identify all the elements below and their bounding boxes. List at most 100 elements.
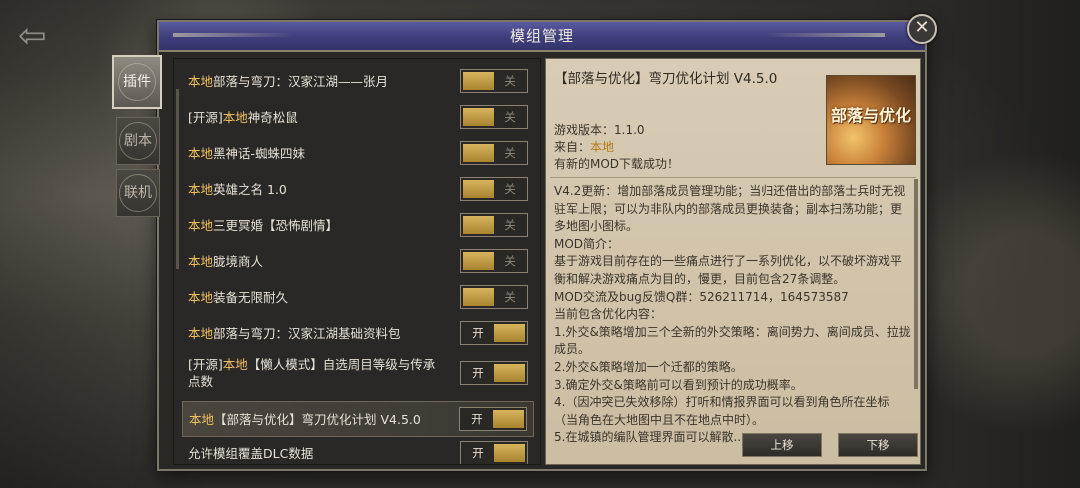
mod-source: 本地	[189, 411, 215, 427]
mod-toggle[interactable]: 关	[460, 177, 528, 201]
mod-label: 本地部落与弯刀：汉家江湖基础资料包	[188, 315, 444, 351]
mod-list-item-selected[interactable]: 本地【部落与优化】弯刀优化计划 V4.5.0 开	[182, 401, 534, 437]
description-line: MOD交流及bug反馈Q群：526211714，164573587	[554, 289, 849, 304]
mod-list-item[interactable]: 本地部落与弯刀：汉家江湖基础资料包 开	[182, 315, 534, 351]
game-version-value: 1.1.0	[614, 123, 645, 137]
mod-label: 本地胧境商人	[188, 243, 444, 279]
back-arrow-icon[interactable]: ⇦	[18, 19, 62, 53]
toggle-knob	[494, 444, 525, 462]
mod-name: 英雄之名 1.0	[213, 181, 287, 197]
toggle-knob	[494, 324, 525, 342]
move-up-button[interactable]: 上移	[742, 433, 822, 457]
download-status: 有新的MOD下载成功！	[554, 157, 680, 171]
toggle-state: 关	[504, 110, 516, 124]
mod-toggle[interactable]: 开	[459, 407, 527, 431]
tab-multiplayer-label: 联机	[119, 174, 157, 212]
description-line: 4.（因冲突已失效移除）打听和情报界面可以看到角色所在坐标（当角色在大地图中且不…	[554, 395, 890, 427]
mod-label: 本地【部落与优化】弯刀优化计划 V4.5.0	[189, 402, 443, 436]
mod-origin-label: 来自：	[554, 140, 591, 154]
mod-list[interactable]: 本地部落与弯刀：汉家江湖——张月 关 [开源]本地神奇松鼠 关 本地黑神话-蜘蛛…	[173, 58, 541, 465]
mod-toggle[interactable]: 关	[460, 249, 528, 273]
description-line: V4.2更新：增加部落成员管理功能；当归还借出的部落士兵时无视驻军上限；可以为非…	[554, 184, 906, 234]
game-version: 游戏版本：1.1.0	[554, 122, 679, 139]
mod-toggle[interactable]: 开	[460, 321, 528, 345]
mod-list-item[interactable]: 本地三更冥婚【恐怖剧情】 关	[182, 207, 534, 243]
mod-name: 部落与弯刀：汉家江湖——张月	[213, 73, 389, 89]
mod-detail-title: 【部落与优化】弯刀优化计划 V4.5.0	[554, 71, 778, 87]
mod-list-item[interactable]: 本地装备无限耐久 关	[182, 279, 534, 315]
description-line: 当前包含优化内容：	[554, 307, 663, 322]
mod-description[interactable]: V4.2更新：增加部落成员管理功能；当归还借出的部落士兵时无视驻军上限；可以为非…	[554, 183, 912, 447]
tab-plugins[interactable]: 插件	[112, 55, 162, 109]
mod-toggle[interactable]: 开	[460, 361, 528, 385]
description-line: MOD简介：	[554, 236, 620, 251]
mod-name: 胧境商人	[213, 253, 264, 269]
mod-label: 本地黑神话-蜘蛛四妹	[188, 135, 444, 171]
mod-name: 允许模组覆盖DLC数据	[188, 445, 314, 461]
mod-list-item[interactable]: 本地黑神话-蜘蛛四妹 关	[182, 135, 534, 171]
mod-list-scrollbar[interactable]	[176, 89, 179, 269]
mod-name: 黑神话-蜘蛛四妹	[213, 145, 306, 161]
mod-toggle[interactable]: 关	[460, 213, 528, 237]
mod-source: 本地	[188, 289, 214, 305]
game-version-label: 游戏版本：	[554, 123, 615, 137]
toggle-state: 关	[504, 254, 516, 268]
mod-label: 本地装备无限耐久	[188, 279, 444, 315]
toggle-state: 开	[472, 366, 484, 380]
dialog-title: 模组管理	[509, 27, 574, 45]
mod-list-item[interactable]: 允许模组覆盖DLC数据 开	[182, 435, 534, 464]
toggle-state: 开	[471, 412, 483, 426]
mod-origin: 来自：本地	[554, 139, 679, 156]
toggle-state: 关	[504, 146, 516, 160]
dialog-title-bar: 模组管理	[159, 22, 925, 52]
toggle-state: 开	[472, 326, 484, 340]
tab-multiplayer[interactable]: 联机	[116, 169, 160, 217]
toggle-knob	[494, 364, 525, 382]
toggle-knob	[463, 72, 494, 90]
mod-list-item[interactable]: [开源]本地【懒人模式】自选周目等级与传承点数 开	[182, 351, 534, 395]
mod-list-item[interactable]: 本地英雄之名 1.0 关	[182, 171, 534, 207]
mod-list-item[interactable]: 本地部落与弯刀：汉家江湖——张月 关	[182, 63, 534, 99]
mod-name: 神奇松鼠	[247, 109, 298, 125]
mod-label: [开源]本地【懒人模式】自选周目等级与传承点数	[188, 351, 444, 395]
mod-source: 本地	[188, 181, 214, 197]
toggle-state: 关	[504, 182, 516, 196]
mod-source: 本地	[222, 357, 248, 372]
mod-thumbnail: 部落与优化	[826, 75, 916, 165]
description-line: 基于游戏目前存在的一些痛点进行了一系列优化，以不破坏游戏平衡和解决游戏痛点为目的…	[554, 254, 903, 286]
mod-meta: 游戏版本：1.1.0 来自：本地 有新的MOD下载成功！	[554, 122, 679, 173]
mod-label: 本地英雄之名 1.0	[188, 171, 444, 207]
description-line: 2.外交&策略增加一个迁都的策略。	[554, 359, 743, 374]
toggle-knob	[463, 288, 494, 306]
tab-scenario-label: 剧本	[119, 122, 157, 160]
toggle-knob	[463, 216, 494, 234]
mod-thumbnail-logo-text: 部落与优化	[830, 106, 911, 125]
move-down-button[interactable]: 下移	[838, 433, 918, 457]
mod-source: 本地	[188, 325, 214, 341]
mod-toggle[interactable]: 开	[460, 441, 528, 464]
detail-scrollbar[interactable]	[914, 179, 918, 389]
toggle-knob	[463, 180, 494, 198]
mod-source: 本地	[222, 109, 248, 125]
mod-toggle[interactable]: 关	[460, 285, 528, 309]
mod-toggle[interactable]: 关	[460, 105, 528, 129]
tab-scenario[interactable]: 剧本	[116, 117, 160, 165]
mod-list-item[interactable]: [开源]本地神奇松鼠 关	[182, 99, 534, 135]
mod-label: 本地三更冥婚【恐怖剧情】	[188, 207, 444, 243]
mod-toggle[interactable]: 关	[460, 69, 528, 93]
mod-toggle[interactable]: 关	[460, 141, 528, 165]
toggle-state: 关	[504, 74, 516, 88]
mod-source: 本地	[188, 217, 214, 233]
toggle-knob	[463, 108, 494, 126]
mod-list-item[interactable]: 本地胧境商人 关	[182, 243, 534, 279]
tab-plugins-label: 插件	[118, 63, 156, 101]
toggle-state: 开	[472, 446, 484, 460]
description-line: 1.外交&策略增加三个全新的外交策略：离间势力、离间成员、拉拢成员。	[554, 324, 911, 357]
close-icon[interactable]: ✕	[907, 14, 937, 44]
toggle-knob	[463, 144, 494, 162]
mod-name: 装备无限耐久	[213, 289, 289, 305]
mod-source: 本地	[188, 253, 214, 269]
toggle-knob	[493, 410, 524, 428]
mod-prefix: [开源]	[188, 109, 223, 125]
mod-origin-value: 本地	[590, 140, 615, 154]
